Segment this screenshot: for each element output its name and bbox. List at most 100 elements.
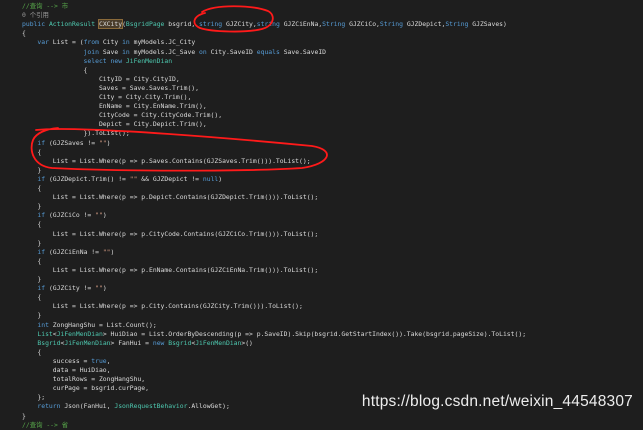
code-token: List = List.Where(p => p.Saves.Contains(… xyxy=(22,156,311,165)
code-line: 0 个引用 xyxy=(22,11,49,20)
code-token: data = HuiDiao, xyxy=(22,366,111,374)
code-token: City = City.City.Trim(), xyxy=(22,93,192,101)
code-token: int xyxy=(22,320,53,329)
code-token: "" xyxy=(102,247,111,256)
code-line: List = List.Where(p => p.EnName.Contains… xyxy=(22,265,319,275)
code-token: { xyxy=(22,347,42,356)
code-token: List = List.Where(p => p.EnName.Contains… xyxy=(22,265,319,274)
code-token: (GJZSaves != xyxy=(48,138,99,147)
code-token: "" xyxy=(95,211,103,220)
code-token: ) xyxy=(102,211,107,220)
code-token: if xyxy=(22,138,49,147)
code-line: Bsgrid<JiFenMenDian> FanHui = new Bsgrid… xyxy=(22,339,253,348)
code-token: List = List.Where(p => p.CityCode.Contai… xyxy=(22,229,319,238)
code-token: on xyxy=(199,47,211,56)
code-token: if xyxy=(22,174,49,183)
code-token: { xyxy=(22,29,26,38)
code-line: select new JiFenMenDian xyxy=(22,56,173,66)
code-token: public xyxy=(22,20,49,29)
code-token: myModels.JC_Save xyxy=(133,47,200,56)
code-token: JsonRequestBehavior xyxy=(114,402,188,411)
code-token: { xyxy=(22,184,42,192)
code-line: { xyxy=(22,184,41,193)
code-token: BsgridPage xyxy=(125,20,169,29)
code-token: JiFenMenDian xyxy=(64,338,111,347)
code-token: GJZSaves) xyxy=(472,20,507,29)
code-token: EnName = City.EnName.Trim(), xyxy=(22,102,207,111)
code-token: "" xyxy=(98,138,107,147)
code-token: Json(FanHui, xyxy=(64,402,115,411)
code-line: }).ToList(); xyxy=(22,129,130,138)
code-token: } xyxy=(22,165,42,174)
code-token: CityID = City.CityID, xyxy=(22,74,180,83)
code-token: JiFenMenDian xyxy=(195,338,242,347)
code-token: && GJZDepict != xyxy=(137,174,203,183)
code-token: JiFenMenDian xyxy=(56,329,103,338)
code-token: { xyxy=(22,220,42,229)
code-token: ) xyxy=(102,284,107,293)
code-token: in xyxy=(122,47,134,56)
code-token: in xyxy=(122,38,134,47)
code-token: { xyxy=(22,65,88,74)
code-token: List = List.Where(p => p.City.Contains(G… xyxy=(22,302,303,311)
code-token: string xyxy=(256,20,284,29)
code-token: if xyxy=(22,284,49,293)
code-token: myModels.JC_City xyxy=(133,38,196,47)
code-line: return Json(FanHui, JsonRequestBehavior.… xyxy=(22,402,230,411)
code-token: City.SaveID xyxy=(210,47,257,56)
code-token: } xyxy=(22,238,42,247)
code-token: CXCity xyxy=(97,19,124,30)
code-line: { xyxy=(22,65,88,75)
code-line: { xyxy=(22,148,41,157)
code-token: { xyxy=(22,256,42,265)
code-token: > FanHui = xyxy=(110,338,153,347)
code-token: > HuiDiao = List.OrderByDescending(p => … xyxy=(102,329,527,338)
code-line: List<JiFenMenDian> HuiDiao = List.OrderB… xyxy=(22,330,526,339)
code-token: CityCode = City.CityCode.Trim(), xyxy=(22,111,223,120)
code-line: if (GJZCiEnNa != "") xyxy=(22,248,114,257)
code-line: } xyxy=(22,412,26,421)
code-token: Depict = City.Depict.Trim(), xyxy=(22,120,207,129)
code-token: }; xyxy=(22,393,46,402)
code-token: 0 个引用 xyxy=(22,11,49,20)
code-token: GJZCity, xyxy=(225,20,257,29)
code-token: (GJZCiEnNa != xyxy=(48,247,103,256)
code-editor[interactable]: //查询 --> 市0 个引用 public ActionResult CXCit… xyxy=(0,0,643,429)
code-token: GJZCiCo, xyxy=(349,20,380,29)
code-token: totalRows = ZongHangShu, xyxy=(22,375,146,384)
code-line: } xyxy=(22,311,41,320)
code-token: , xyxy=(106,356,111,365)
code-line: //查询 --> 市 xyxy=(22,2,68,11)
code-token: String xyxy=(445,20,473,29)
code-line: var List = (from City in myModels.JC_Cit… xyxy=(22,38,195,47)
code-line: public ActionResult CXCity(BsgridPage bs… xyxy=(22,19,507,30)
watermark-text: https://blog.csdn.net/weixin_44548307 xyxy=(361,393,633,410)
code-line: { xyxy=(22,293,41,302)
code-line: } xyxy=(22,202,41,211)
code-token: String xyxy=(322,20,350,29)
code-token: (GJZCity != xyxy=(48,284,96,293)
code-line: //查询 --> 省 xyxy=(22,421,68,430)
code-token: Bsgrid xyxy=(168,338,192,347)
code-token: string xyxy=(199,20,226,29)
code-token: Save xyxy=(102,47,123,56)
code-token: ) xyxy=(218,174,223,183)
code-token: } xyxy=(22,202,42,211)
code-line: data = HuiDiao, xyxy=(22,366,111,375)
code-line: } xyxy=(22,166,41,175)
code-line: List = List.Where(p => p.Depict.Contains… xyxy=(22,193,319,202)
code-line: Saves = Save.Saves.Trim(), xyxy=(22,84,199,93)
code-token: ) xyxy=(106,138,111,147)
code-line: }; xyxy=(22,393,45,402)
code-line: if (GJZCiCo != "") xyxy=(22,211,107,220)
code-token: return xyxy=(22,402,65,411)
code-line: success = true, xyxy=(22,357,111,366)
code-token: curPage = bsgrid.curPage, xyxy=(22,384,149,393)
code-line: { xyxy=(22,257,41,266)
code-token: >() xyxy=(241,338,253,347)
code-token: .AllowGet); xyxy=(187,402,230,411)
code-token: JiFenMenDian xyxy=(125,56,173,65)
code-token: new xyxy=(110,56,126,65)
code-token: String xyxy=(379,20,407,29)
code-token: var xyxy=(22,38,53,47)
